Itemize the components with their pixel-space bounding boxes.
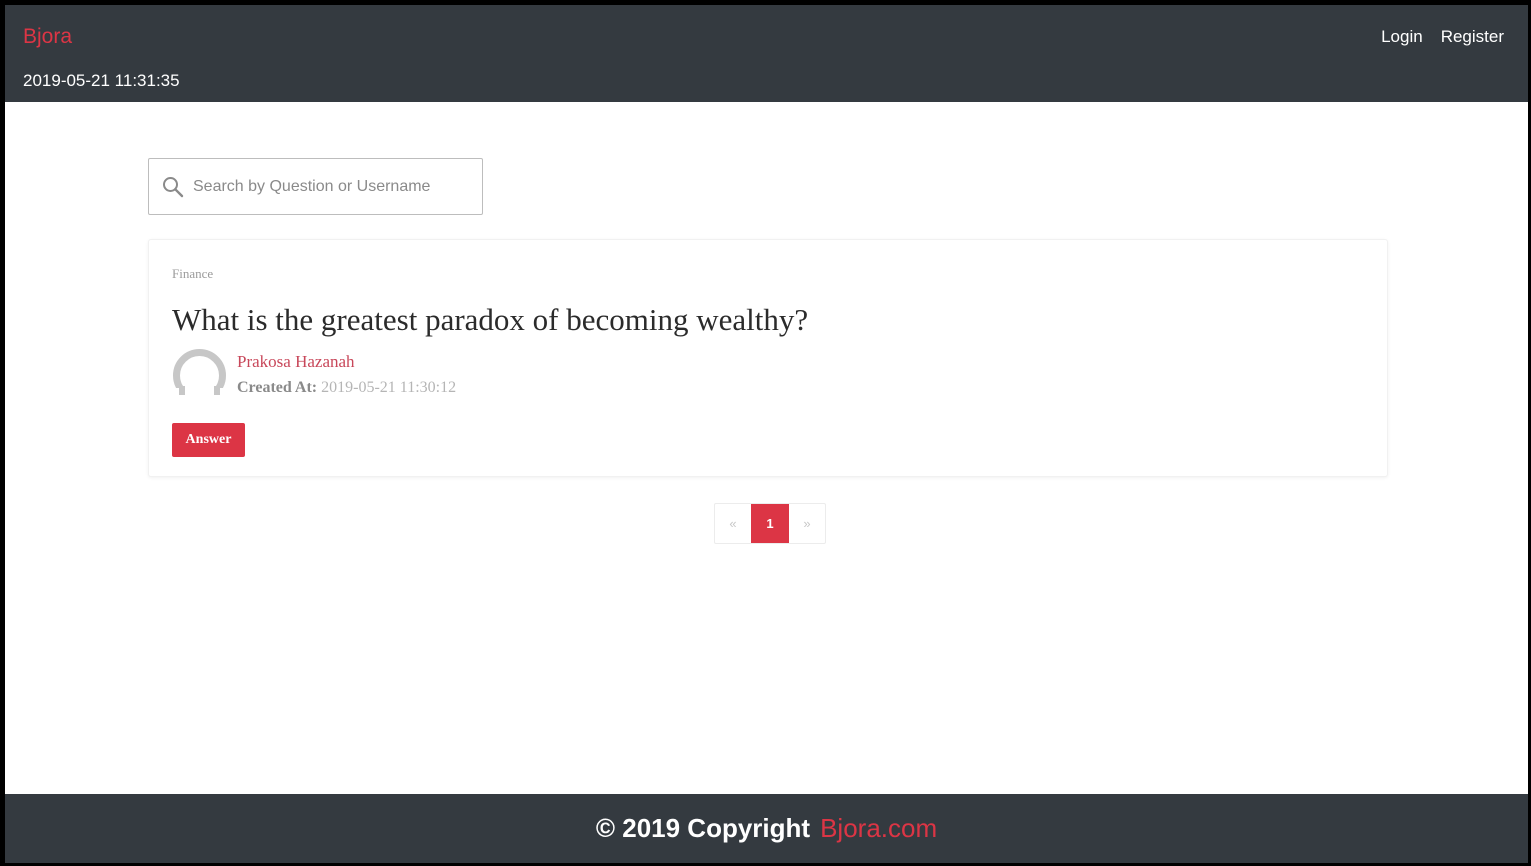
user-avatar-icon [172, 349, 227, 403]
question-card: Finance What is the greatest paradox of … [148, 239, 1388, 477]
pagination-page-1[interactable]: 1 [751, 504, 789, 543]
page: Bjora 2019-05-21 11:31:35 Login Register… [5, 5, 1528, 863]
navbar: Bjora 2019-05-21 11:31:35 Login Register [5, 5, 1528, 102]
created-at: Created At: 2019-05-21 11:30:12 [237, 379, 456, 397]
question-category: Finance [172, 266, 214, 281]
author-link[interactable]: Prakosa Hazanah [237, 352, 355, 372]
question-title[interactable]: What is the greatest paradox of becoming… [172, 302, 808, 338]
footer: © 2019 Copyright Bjora.com [5, 794, 1528, 863]
pagination-next[interactable]: » [789, 504, 825, 543]
login-link[interactable]: Login [1381, 27, 1423, 47]
created-at-label: Created At: [237, 379, 318, 396]
register-link[interactable]: Register [1441, 27, 1504, 47]
search-box[interactable] [148, 158, 483, 215]
current-datetime: 2019-05-21 11:31:35 [23, 71, 180, 90]
pagination-prev[interactable]: « [715, 504, 751, 543]
brand-logo-link[interactable]: Bjora [23, 25, 72, 49]
answer-button[interactable]: Answer [172, 423, 245, 457]
copyright-text: © 2019 Copyright [595, 813, 811, 843]
pagination: « 1 » [714, 503, 826, 544]
created-at-value: 2019-05-21 11:30:12 [321, 379, 457, 396]
search-icon [163, 176, 184, 197]
auth-nav: Login Register [1381, 27, 1504, 47]
search-input[interactable] [193, 177, 463, 196]
footer-site-link[interactable]: Bjora.com [820, 813, 937, 844]
